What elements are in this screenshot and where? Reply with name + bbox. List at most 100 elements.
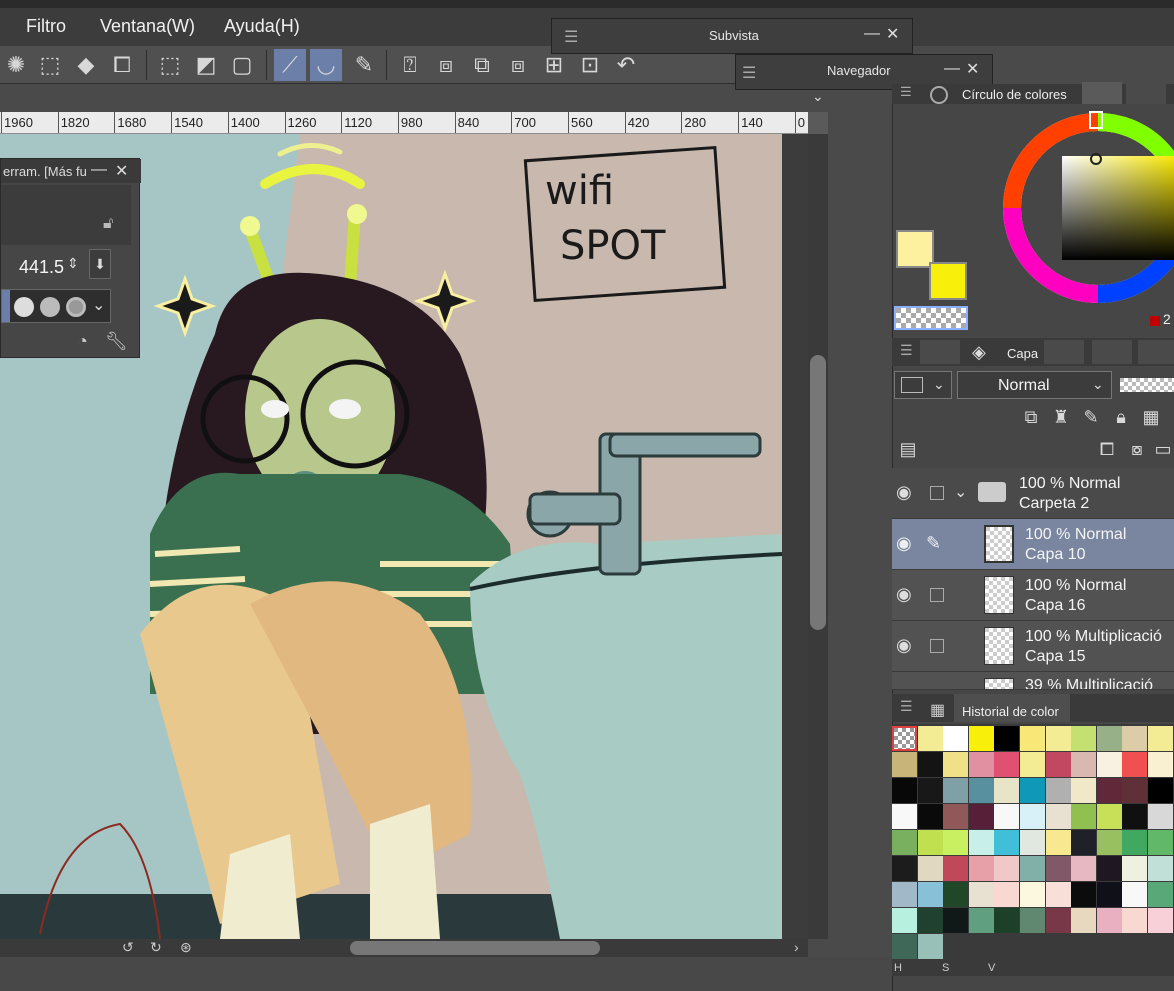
hue-label[interactable]: H [894, 962, 902, 974]
color-wheel-tab-icon[interactable] [930, 86, 948, 104]
palette-swatch[interactable] [1020, 804, 1045, 829]
sub-color-swatch[interactable] [929, 262, 967, 300]
layer-color-select[interactable]: ⌄ [894, 371, 952, 399]
palette-swatch[interactable] [1122, 726, 1148, 751]
palette-swatch[interactable] [892, 908, 917, 933]
palette-swatch[interactable] [1096, 778, 1122, 803]
brush-tip-selector[interactable]: ⌄ [1, 289, 111, 323]
palette-swatch[interactable] [1071, 752, 1097, 777]
autoaction-tab-icon[interactable] [1138, 340, 1174, 364]
palette-swatch[interactable] [1045, 908, 1071, 933]
transform-icon[interactable]: ⧠ [106, 49, 138, 81]
chevron-down-icon[interactable]: ⌄ [812, 88, 824, 105]
palette-swatch[interactable] [994, 804, 1020, 829]
palette-swatch[interactable] [994, 726, 1020, 751]
brush-tip-3[interactable] [66, 297, 86, 317]
distort-icon[interactable]: ⧈ [502, 49, 534, 81]
layers-icon[interactable]: ◈ [972, 342, 986, 363]
eye-icon[interactable]: ◉ [896, 584, 912, 605]
palette-swatch[interactable] [892, 830, 917, 855]
fill-icon[interactable]: ◆ [70, 49, 102, 81]
brush-tip-1[interactable] [14, 297, 34, 317]
minimize-icon[interactable]: — [864, 25, 880, 43]
minimize-icon[interactable]: — [91, 161, 107, 179]
rotate-right-icon[interactable]: ↻ [150, 939, 162, 956]
palette-swatch[interactable] [943, 726, 969, 751]
palette-swatch[interactable] [892, 752, 917, 777]
palette-swatch[interactable] [1020, 752, 1045, 777]
ruler-snap-icon[interactable]: ⟋ [274, 49, 306, 81]
close-icon[interactable]: ✕ [115, 161, 128, 181]
palette-swatch[interactable] [1045, 726, 1071, 751]
blend-mode-select[interactable]: Normal ⌄ [957, 371, 1112, 399]
palette-swatch[interactable] [892, 882, 917, 907]
palette-swatch[interactable] [994, 778, 1020, 803]
color-history-tab[interactable]: Historial de color [962, 704, 1059, 719]
palette-swatch[interactable] [1122, 882, 1148, 907]
palette-swatch[interactable] [917, 804, 943, 829]
palette-swatch[interactable] [1122, 830, 1148, 855]
deselect-icon[interactable]: ⬚ [154, 49, 186, 81]
free-transform-icon[interactable]: ⧉ [466, 49, 498, 81]
palette-swatch[interactable] [1071, 830, 1097, 855]
scale-icon[interactable]: ⧈ [430, 49, 462, 81]
chevron-down-icon[interactable]: ⌄ [92, 295, 105, 315]
layer-property-tab-icon[interactable] [920, 340, 960, 364]
palette-swatch[interactable] [1096, 752, 1122, 777]
palette-swatch[interactable] [892, 856, 917, 881]
selection-border-icon[interactable]: ▢ [226, 49, 258, 81]
palette-swatch[interactable] [1148, 856, 1173, 881]
palette-swatch[interactable] [943, 830, 969, 855]
lock-transparency-icon[interactable]: ▦ [1138, 404, 1164, 430]
palette-swatch[interactable] [1122, 778, 1148, 803]
palette-swatch[interactable] [1148, 752, 1173, 777]
palette-swatch[interactable] [994, 856, 1020, 881]
palette-swatch[interactable] [1020, 778, 1045, 803]
palette-swatch[interactable] [1020, 856, 1045, 881]
palette-swatch[interactable] [943, 882, 969, 907]
menu-icon[interactable]: ☰ [900, 698, 913, 715]
brush-size-value[interactable]: 441.5 [19, 257, 64, 278]
layer-checkbox[interactable] [930, 486, 944, 500]
layer-checkbox[interactable] [930, 639, 944, 653]
palette-swatch[interactable] [1045, 830, 1071, 855]
palette-swatch[interactable] [892, 778, 917, 803]
palette-swatch[interactable] [1045, 752, 1071, 777]
palette-swatch-transparent[interactable] [892, 726, 917, 751]
palette-swatch[interactable] [1096, 882, 1122, 907]
palette-swatch[interactable] [1071, 726, 1097, 751]
palette-swatch[interactable] [1148, 908, 1173, 933]
scroll-right-icon[interactable]: › [794, 939, 799, 955]
palette-swatch[interactable] [917, 830, 943, 855]
palette-swatch[interactable] [968, 908, 994, 933]
new-vector-layer-icon[interactable]: ⧇ [1124, 436, 1150, 462]
lock-icon[interactable]: 🔓︎ [103, 215, 113, 233]
chevron-down-icon[interactable]: ⌄ [954, 482, 967, 502]
palette-swatch[interactable] [1096, 908, 1122, 933]
palette-swatch[interactable] [1148, 778, 1173, 803]
palette-swatch[interactable] [1020, 830, 1045, 855]
history-tab-icon[interactable] [1092, 340, 1132, 364]
palette-swatch[interactable] [917, 934, 943, 959]
minimize-icon[interactable]: — [944, 60, 960, 78]
palette-swatch[interactable] [1122, 908, 1148, 933]
palette-swatch[interactable] [994, 882, 1020, 907]
vertical-scroll-thumb[interactable] [810, 355, 826, 630]
menu-filtro[interactable]: Filtro [26, 16, 66, 37]
palette-swatch[interactable] [1071, 778, 1097, 803]
palette-swatch[interactable] [1096, 804, 1122, 829]
menu-icon[interactable]: ☰ [564, 27, 578, 47]
palette-swatch[interactable] [968, 882, 994, 907]
eye-icon[interactable]: ◉ [896, 482, 912, 503]
palette-swatch[interactable] [943, 804, 969, 829]
palette-swatch[interactable] [968, 778, 994, 803]
color-set-tab-icon[interactable] [1126, 82, 1166, 104]
menu-icon[interactable]: ☰ [900, 84, 912, 100]
palette-swatch[interactable] [968, 804, 994, 829]
palette-swatch[interactable] [1148, 882, 1173, 907]
palette-swatch[interactable] [1045, 778, 1071, 803]
palette-swatch[interactable] [1096, 856, 1122, 881]
download-icon[interactable]: ⬇ [89, 249, 111, 279]
palette-swatch[interactable] [943, 908, 969, 933]
palette-swatch[interactable] [917, 908, 943, 933]
